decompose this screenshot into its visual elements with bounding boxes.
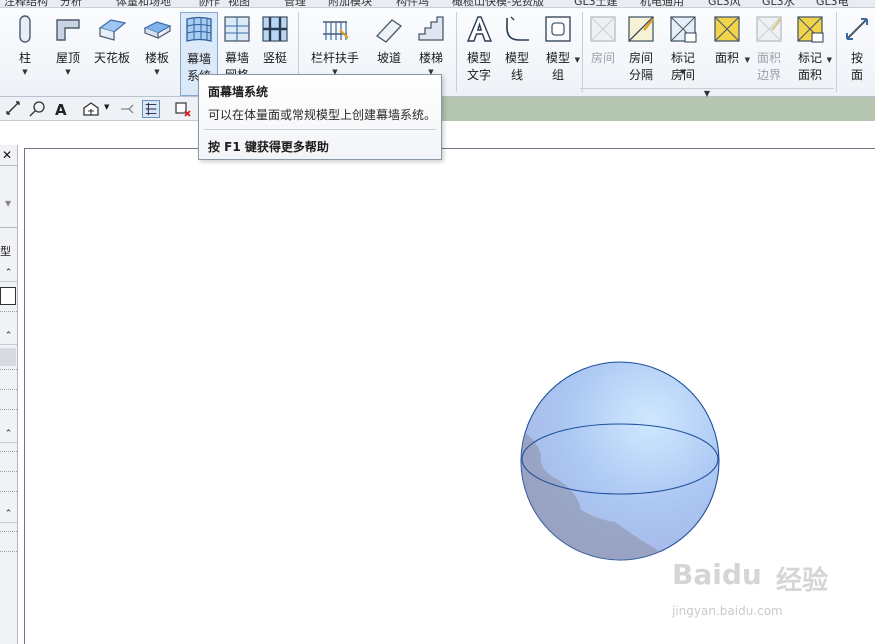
model-text-button[interactable]: 模型 文字 — [460, 12, 498, 96]
divider — [0, 409, 17, 410]
divider — [0, 471, 17, 472]
tooltip-title: 面幕墙系统 — [208, 85, 269, 99]
measure-icon[interactable] — [5, 100, 23, 118]
section-icon[interactable] — [118, 100, 136, 118]
3d-view-icon[interactable] — [82, 100, 100, 118]
tab-gl3-water[interactable]: GL3水 — [762, 0, 795, 7]
watermark-brand: Baidu — [672, 558, 762, 591]
collapse-section-icon[interactable]: ⌃ — [0, 266, 17, 282]
ribbon-tab-bar: 注释 结构 分析 体量和场地 协作 视图 管理 附加模块 构件坞 橄榄山快模-免… — [0, 0, 875, 8]
properties-panel: ✕ ▼ 型 ⌃ ⌃ ⌃ ⌃ — [0, 145, 18, 644]
divider — [0, 451, 17, 452]
chevron-down-icon: ▼ — [65, 68, 71, 76]
by-face-icon — [846, 18, 868, 40]
by-face-button[interactable]: 按 面 — [840, 12, 874, 96]
tag-room-icon — [670, 16, 697, 43]
divider — [0, 551, 17, 552]
area-icon — [714, 16, 740, 42]
tab-massing[interactable]: 体量和场地 — [116, 0, 171, 7]
thin-lines-icon[interactable] — [142, 100, 160, 118]
chevron-down-icon[interactable]: ▼ — [104, 103, 109, 111]
curtain-grid-icon — [224, 16, 250, 42]
area-boundary-icon — [756, 16, 782, 42]
collapse-section-icon[interactable]: ⌃ — [0, 329, 17, 345]
model-text-icon — [466, 16, 493, 42]
area-boundary-button[interactable]: 面积 边界 — [750, 12, 788, 96]
ribbon-separator — [582, 12, 583, 92]
watermark-url: jingyan.baidu.com — [672, 604, 783, 618]
text-icon[interactable]: A — [52, 100, 70, 118]
ribbon-separator — [836, 12, 837, 92]
chevron-down-icon: ▼ — [680, 68, 686, 76]
property-field[interactable] — [0, 287, 16, 305]
ceiling-button[interactable]: 天花板 — [90, 12, 134, 96]
model-group-button[interactable]: 模型 组 ▼ — [540, 12, 580, 96]
chevron-down-icon[interactable]: ▼ — [5, 199, 11, 208]
model-line-button[interactable]: 模型 线 — [500, 12, 534, 96]
watermark-brand-cn: 经验 — [776, 566, 829, 596]
tooltip-help: 按 F1 键获得更多帮助 — [208, 140, 329, 154]
chevron-down-icon: ▼ — [22, 68, 28, 76]
divider — [204, 129, 436, 130]
tab-gl3-electric[interactable]: GL3电 — [816, 0, 849, 7]
tab-structure[interactable]: 结构 — [26, 0, 48, 7]
curtain-system-tooltip: 面幕墙系统 可以在体量面或常规模型上创建幕墙系统。 按 F1 键获得更多帮助 — [198, 74, 442, 160]
type-label: 型 — [0, 245, 11, 258]
divider — [0, 491, 17, 492]
ribbon-separator — [456, 12, 457, 92]
divider — [0, 389, 17, 390]
room-icon — [590, 16, 616, 42]
tooltip-description: 可以在体量面或常规模型上创建幕墙系统。 — [208, 108, 437, 122]
tab-gl3-hvac[interactable]: GL3风 — [708, 0, 741, 7]
baidu-watermark: Baidu 经验 jingyan.baidu.com — [668, 552, 868, 632]
chevron-down-icon: ▼ — [154, 68, 160, 76]
roof-button[interactable]: 屋顶 ▼ — [48, 12, 88, 96]
ceiling-icon — [98, 19, 127, 41]
mullion-icon — [262, 16, 288, 42]
close-icon[interactable]: ✕ — [2, 148, 12, 162]
column-icon — [19, 15, 31, 43]
tag-area-button[interactable]: 标记 面积 ▼ — [792, 12, 832, 96]
divider — [0, 369, 17, 370]
model-group-icon — [545, 16, 571, 42]
room-separator-button[interactable]: 房间 分隔 — [622, 12, 660, 96]
tag-icon[interactable] — [28, 100, 46, 118]
roof-icon — [56, 19, 80, 41]
tag-room-button[interactable]: 标记 房间 ▼ — [664, 12, 702, 96]
floor-icon — [143, 21, 172, 39]
tab-annotate-partial[interactable]: 注释 — [4, 0, 26, 7]
chevron-down-icon: ▼ — [574, 56, 580, 64]
collapse-section-icon[interactable]: ⌃ — [0, 507, 17, 523]
chevron-down-icon: ▼ — [826, 56, 832, 64]
tab-mep[interactable]: 机电通用 — [640, 0, 684, 7]
close-hidden-icon[interactable] — [174, 100, 192, 118]
divider — [0, 531, 17, 532]
divider — [0, 227, 17, 228]
room-separator-icon — [628, 16, 654, 42]
tab-analyze[interactable]: 分析 — [60, 0, 82, 7]
tab-ganlanshan[interactable]: 橄榄山快模-免费版 — [452, 0, 544, 7]
tag-area-icon — [797, 16, 824, 43]
svg-text:A: A — [55, 101, 67, 118]
tab-view[interactable]: 视图 — [228, 0, 250, 7]
railing-icon — [323, 21, 349, 40]
tab-manage[interactable]: 管理 — [284, 0, 306, 7]
divider — [0, 311, 17, 312]
column-button[interactable]: 柱 ▼ — [8, 12, 42, 96]
ramp-icon — [376, 19, 402, 43]
room-button[interactable]: 房间 — [586, 12, 620, 96]
mass-sphere[interactable] — [519, 360, 721, 562]
tab-gl3-civil[interactable]: GL3土建 — [574, 0, 618, 7]
tab-collaborate[interactable]: 协作 — [198, 0, 220, 7]
tab-addins[interactable]: 附加模块 — [328, 0, 372, 7]
divider — [0, 165, 17, 166]
stair-icon — [418, 16, 444, 41]
collapse-section-icon[interactable]: ⌃ — [0, 427, 17, 443]
property-row — [0, 348, 16, 366]
floor-button[interactable]: 楼板 ▼ — [138, 12, 176, 96]
tab-component-dock[interactable]: 构件坞 — [396, 0, 429, 7]
model-line-icon — [506, 16, 529, 41]
area-button[interactable]: 面积 ▼ — [708, 12, 750, 96]
curtain-system-icon — [186, 16, 212, 42]
